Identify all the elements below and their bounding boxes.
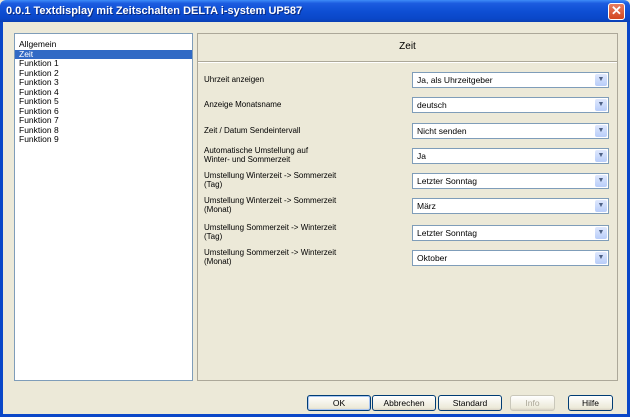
winter-sommer-tag-select[interactable]: Letzter Sonntag ▼ — [412, 173, 609, 189]
chevron-down-icon[interactable]: ▼ — [595, 125, 607, 137]
chevron-down-icon[interactable]: ▼ — [595, 74, 607, 86]
close-button[interactable]: ✕ — [608, 3, 625, 20]
select-value: Letzter Sonntag — [417, 228, 478, 238]
sidebar-nav: Allgemein Zeit Funktion 1 Funktion 2 Fun… — [14, 33, 193, 381]
select-value: Oktober — [417, 253, 448, 263]
setting-label: Umstellung Sommerzeit -> Winterzeit (Mon… — [204, 248, 337, 266]
select-value: Ja, als Uhrzeitgeber — [417, 75, 493, 85]
cancel-button[interactable]: Abbrechen — [372, 395, 436, 411]
winter-sommer-monat-select[interactable]: März ▼ — [412, 198, 609, 214]
panel-divider — [198, 61, 617, 63]
ok-button[interactable]: OK — [307, 395, 371, 411]
select-value: Ja — [417, 151, 426, 161]
chevron-down-icon[interactable]: ▼ — [595, 252, 607, 264]
settings-panel: Zeit Uhrzeit anzeigen Ja, als Uhrzeitgeb… — [197, 33, 618, 381]
setting-label: Umstellung Sommerzeit -> Winterzeit (Tag… — [204, 223, 337, 241]
sendeintervall-select[interactable]: Nicht senden ▼ — [412, 123, 609, 139]
automatische-umstellung-select[interactable]: Ja ▼ — [412, 148, 609, 164]
panel-title: Zeit — [399, 41, 416, 52]
select-value: März — [417, 201, 436, 211]
standard-button[interactable]: Standard — [438, 395, 502, 411]
chevron-down-icon[interactable]: ▼ — [595, 200, 607, 212]
sommer-winter-tag-select[interactable]: Letzter Sonntag ▼ — [412, 225, 609, 241]
chevron-down-icon[interactable]: ▼ — [595, 150, 607, 162]
chevron-down-icon[interactable]: ▼ — [595, 227, 607, 239]
select-value: deutsch — [417, 100, 447, 110]
info-button[interactable]: Info — [510, 395, 555, 411]
setting-label: Anzeige Monatsname — [204, 100, 282, 109]
uhrzeit-anzeigen-select[interactable]: Ja, als Uhrzeitgeber ▼ — [412, 72, 609, 88]
select-value: Letzter Sonntag — [417, 176, 478, 186]
help-button[interactable]: Hilfe — [568, 395, 613, 411]
setting-label: Umstellung Winterzeit -> Sommerzeit (Mon… — [204, 196, 337, 214]
sommer-winter-monat-select[interactable]: Oktober ▼ — [412, 250, 609, 266]
sidebar-item-funktion-9[interactable]: Funktion 9 — [15, 134, 192, 145]
chevron-down-icon[interactable]: ▼ — [595, 175, 607, 187]
setting-label: Automatische Umstellung auf Winter- und … — [204, 146, 309, 164]
chevron-down-icon[interactable]: ▼ — [595, 99, 607, 111]
setting-label: Zeit / Datum Sendeintervall — [204, 126, 301, 135]
select-value: Nicht senden — [417, 126, 467, 136]
anzeige-monatsname-select[interactable]: deutsch ▼ — [412, 97, 609, 113]
window-title: 0.0.1 Textdisplay mit Zeitschalten DELTA… — [6, 5, 303, 17]
setting-label: Umstellung Winterzeit -> Sommerzeit (Tag… — [204, 171, 337, 189]
sidebar-item-allgemein[interactable]: Allgemein — [15, 39, 192, 50]
title-bar[interactable]: 0.0.1 Textdisplay mit Zeitschalten DELTA… — [0, 0, 630, 22]
close-icon: ✕ — [611, 3, 622, 18]
setting-label: Uhrzeit anzeigen — [204, 75, 265, 84]
